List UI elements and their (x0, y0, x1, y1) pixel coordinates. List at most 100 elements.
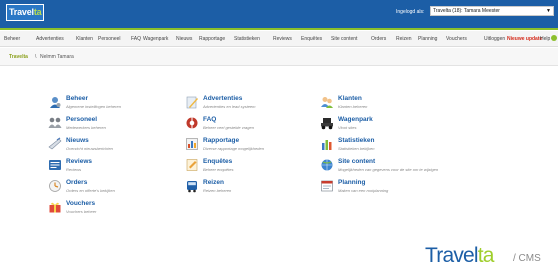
dashboard-item-title: Nieuws (66, 137, 89, 144)
brand-accent-text: ta (477, 244, 495, 267)
dashboard-item-title: Beheer (66, 95, 89, 102)
nav-item[interactable]: FAQ (131, 36, 141, 42)
dashboard-item-desc: Maken van een rooiplanning (338, 188, 389, 193)
dashboard-item-title: Rapportage (203, 137, 240, 144)
nav-item[interactable]: Klanten (76, 36, 93, 42)
nav-item[interactable]: Site content (331, 36, 357, 42)
dashboard-item-title: Orders (66, 179, 88, 186)
user-select-value: Travelta (18): Tamara Meester (433, 8, 500, 14)
dashboard-item-desc: Diverse rapportage mogelijkheden (203, 146, 264, 151)
statistics-icon (322, 140, 332, 150)
dashboard-item-orders[interactable]: Orders Orders en offerte's bekijken (48, 178, 183, 198)
dashboard-item-desc: Medewerkers beheren (66, 125, 106, 130)
help-icon[interactable] (551, 35, 557, 41)
breadcrumb-root[interactable]: Travelta (9, 54, 28, 60)
dashboard-item-desc: Beheer veel gestelde vragen (203, 125, 254, 130)
new-update-link[interactable]: Nieuwe update (507, 36, 542, 42)
nav-item[interactable]: Orders (371, 36, 386, 42)
dashboard-item-advertenties[interactable]: Advertenties Advertenties en lead systee… (185, 94, 320, 114)
dashboard-item-title: Reviews (66, 158, 93, 165)
dashboard-item-faq[interactable]: FAQ Beheer veel gestelde vragen (185, 115, 320, 135)
nav-item[interactable]: Statistieken (234, 36, 260, 42)
dashboard-item-statistieken[interactable]: Statistieken Statistieken bekijken (320, 136, 455, 156)
dashboard-item-desc: Statistieken bekijken (338, 146, 375, 151)
logout-link[interactable]: Uitloggen (484, 36, 505, 42)
dashboard-item-desc: Algemene instellingen beheren (66, 104, 121, 109)
dashboard-item-title: Site content (338, 158, 376, 165)
dashboard-item-desc: Orders en offerte's bekijken (66, 188, 115, 193)
dashboard-item-title: Reizen (203, 179, 224, 186)
logo-text: Travel (9, 7, 34, 17)
nav-item[interactable]: Rapportage (199, 36, 225, 42)
settings-person-icon (50, 97, 61, 108)
dashboard-item-desc: Advertenties en lead systeem (203, 104, 256, 109)
dashboard-item-vouchers[interactable]: Vouchers Vouchers beheer (48, 199, 183, 219)
dashboard-item-beheer[interactable]: Beheer Algemene instellingen beheren (48, 94, 183, 114)
dashboard-item-desc: Vouchers beheer (66, 209, 97, 214)
survey-icon (186, 159, 198, 171)
nav-item[interactable]: Nieuws (176, 36, 192, 42)
nav-item[interactable]: Vouchers (446, 36, 467, 42)
faq-icon (186, 117, 198, 129)
dashboard-item-title: Planning (338, 179, 366, 186)
dashboard-item-desc: Reviews (66, 167, 82, 172)
footer-brand-logo: Travelta / CMS (425, 244, 550, 270)
dashboard-item-reizen[interactable]: Reizen Reizen beheren (185, 178, 320, 198)
car-icon (321, 118, 333, 130)
breadcrumb-separator: \ (35, 54, 37, 60)
orders-icon (49, 180, 61, 192)
app-logo[interactable]: Travelta (6, 4, 44, 21)
help-link[interactable]: Help (540, 36, 550, 42)
user-select[interactable]: Travelta (18): Tamara Meester ▼ (430, 6, 554, 16)
dashboard-item-title: Enquêtes (203, 158, 233, 165)
bus-icon (187, 181, 197, 193)
dashboard-item-desc: Beheer enquêtes (203, 167, 234, 172)
dashboard-item-personeel[interactable]: Personeel Medewerkers beheren (48, 115, 183, 135)
nav-item[interactable]: Reizen (396, 36, 412, 42)
dashboard-item-title: Klanten (338, 95, 362, 102)
logo-accent: ta (33, 7, 42, 17)
nav-item[interactable]: Enquêtes (301, 36, 322, 42)
reviews-icon (49, 160, 61, 170)
nav-item[interactable]: Advertenties (36, 36, 64, 42)
nav-item[interactable]: Personeel (98, 36, 121, 42)
dashboard-item-site-content[interactable]: Site content Mogelijkheden van gegevens … (320, 157, 455, 177)
header-divider (0, 28, 558, 30)
login-label: Ingelogd als: (396, 9, 425, 15)
dashboard-item-title: FAQ (203, 116, 217, 123)
news-icon (48, 137, 62, 150)
dashboard-item-nieuws[interactable]: Nieuws Overzicht nieuwsberichten (48, 136, 183, 156)
dashboard-item-desc: Reizen beheren (203, 188, 232, 193)
pencil-icon (186, 96, 198, 109)
dashboard-item-title: Wagenpark (338, 116, 373, 123)
main-nav: Beheer Advertenties Klanten Personeel FA… (0, 31, 558, 47)
top-bar: Travelta Ingelogd als: Travelta (18): Ta… (0, 0, 558, 28)
dashboard-item-title: Advertenties (203, 95, 243, 102)
report-icon (186, 138, 198, 150)
dashboard-item-title: Statistieken (338, 137, 375, 144)
dashboard-item-wagenpark[interactable]: Wagenpark Vloot sites (320, 115, 455, 135)
brand-main-text: Travel (425, 244, 479, 267)
dashboard-item-planning[interactable]: Planning Maken van een rooiplanning (320, 178, 455, 198)
staff-icon (48, 117, 62, 128)
customers-icon (321, 97, 333, 108)
nav-item[interactable]: Wagenpark (143, 36, 168, 42)
breadcrumb-current: Nelmm Tamara (40, 54, 74, 60)
dashboard-item-title: Personeel (66, 116, 98, 123)
dashboard-item-rapportage[interactable]: Rapportage Diverse rapportage mogelijkhe… (185, 136, 320, 156)
nav-item[interactable]: Beheer (4, 36, 20, 42)
nav-item[interactable]: Planning (418, 36, 437, 42)
breadcrumb: Travelta \ Nelmm Tamara (0, 48, 558, 66)
dashboard-item-enquetes[interactable]: Enquêtes Beheer enquêtes (185, 157, 320, 177)
planning-icon (321, 180, 333, 192)
dashboard-item-reviews[interactable]: Reviews Reviews (48, 157, 183, 177)
dropdown-arrow-icon: ▼ (546, 8, 551, 14)
voucher-icon (49, 202, 61, 213)
dashboard-item-desc: Overzicht nieuwsberichten (66, 146, 113, 151)
site-content-icon (321, 159, 333, 171)
dashboard-item-klanten[interactable]: Klanten Klanten beheren (320, 94, 455, 114)
dashboard-item-desc: Vloot sites (338, 125, 357, 130)
dashboard-item-desc: Klanten beheren (338, 104, 368, 109)
nav-item[interactable]: Reviews (273, 36, 292, 42)
dashboard-item-desc: Mogelijkheden van gegevens voor de site … (338, 167, 439, 172)
